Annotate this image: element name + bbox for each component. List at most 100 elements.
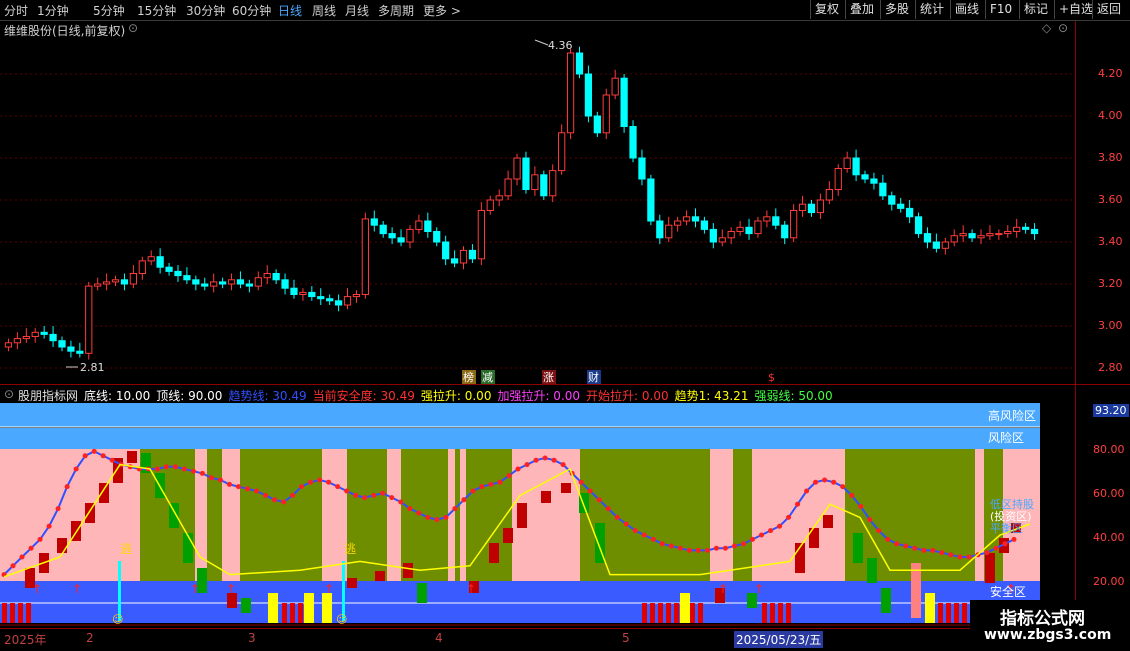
trend-dot bbox=[533, 457, 539, 463]
candle-body bbox=[308, 291, 316, 298]
indicator-chart[interactable]: ☺ ☺↑ ↑ ↑ ↑ ↑ ↑ ↑ ↑ ↑ 高风险区 风险区 安全区 低区持股 (投资区) 平衡区 … bbox=[0, 403, 1075, 627]
candle-body bbox=[540, 174, 548, 197]
price-grid bbox=[0, 73, 1075, 369]
event-tag-bang: 榜 bbox=[463, 370, 474, 384]
candle-body bbox=[611, 77, 619, 96]
candle-body bbox=[638, 157, 646, 180]
indicator-menu-icon[interactable]: ⊙ bbox=[4, 387, 14, 401]
candle-body bbox=[31, 331, 39, 337]
low-bar bbox=[762, 603, 767, 623]
stair-bar bbox=[503, 528, 513, 543]
trend-dot bbox=[109, 457, 115, 463]
add-watchlist-button[interactable]: +自选 bbox=[1054, 0, 1097, 19]
trend-dot bbox=[578, 479, 584, 485]
candle-body bbox=[406, 228, 414, 243]
yellow-bar bbox=[925, 593, 935, 623]
indicator-tick-top: 93.20 bbox=[1093, 404, 1129, 417]
trend-dot bbox=[515, 466, 521, 472]
candle-body bbox=[477, 210, 485, 260]
low-bar bbox=[658, 603, 663, 623]
trend-dot bbox=[632, 528, 638, 534]
trend-dot bbox=[100, 453, 106, 459]
candle-body bbox=[183, 275, 191, 281]
candle-body bbox=[691, 216, 700, 222]
up-arrow: ↑ bbox=[466, 582, 476, 596]
period-tab-daily[interactable]: 日线 bbox=[278, 2, 302, 19]
stair-bar bbox=[561, 483, 571, 493]
back-button[interactable]: 返回 bbox=[1092, 0, 1125, 19]
trend-dot bbox=[822, 477, 828, 483]
period-tab-60min[interactable]: 60分钟 bbox=[232, 2, 271, 19]
mark-button[interactable]: 标记 bbox=[1019, 0, 1052, 19]
trend-dot bbox=[831, 479, 837, 485]
panel-separator bbox=[0, 384, 1130, 385]
candle-body bbox=[129, 273, 137, 285]
trend-dot bbox=[984, 550, 990, 556]
trend-dot bbox=[443, 514, 449, 520]
trend-dot bbox=[993, 545, 999, 551]
trend-dot bbox=[217, 477, 223, 483]
trend-dot bbox=[786, 514, 792, 520]
price-tick: 2.80 bbox=[1098, 361, 1123, 374]
trend-dot bbox=[777, 523, 783, 529]
low-bar bbox=[690, 603, 695, 623]
candle-body bbox=[834, 168, 842, 190]
more-periods-button[interactable]: 更多 > bbox=[423, 2, 461, 19]
trend-dot bbox=[181, 466, 187, 472]
indicator-name[interactable]: 股朋指标网 bbox=[18, 387, 78, 404]
trend-dot bbox=[876, 528, 882, 534]
indicator-tick: 40.00 bbox=[1093, 531, 1125, 544]
f10-button[interactable]: F10 bbox=[985, 0, 1016, 19]
multi-stock-button[interactable]: 多股 bbox=[880, 0, 913, 19]
period-tab-multi[interactable]: 多周期 bbox=[378, 2, 414, 19]
candle-body bbox=[647, 178, 655, 222]
trend-dot bbox=[407, 506, 413, 512]
trend-dot bbox=[335, 484, 341, 490]
candle-body bbox=[442, 241, 450, 260]
candle-body bbox=[263, 273, 271, 279]
candlestick-chart[interactable]: 4.36 2.81 榜 减 涨 财 $ bbox=[0, 21, 1075, 384]
fuquan-button[interactable]: 复权 bbox=[810, 0, 843, 19]
price-axis: 4.20 4.00 3.80 3.60 3.40 3.20 3.00 2.80 … bbox=[1075, 21, 1130, 628]
stats-button[interactable]: 统计 bbox=[915, 0, 948, 19]
trend-dot bbox=[389, 495, 395, 501]
trend-dot bbox=[1011, 536, 1017, 542]
draw-line-button[interactable]: 画线 bbox=[950, 0, 983, 19]
stair-bar bbox=[375, 571, 385, 581]
period-tab-30min[interactable]: 30分钟 bbox=[186, 2, 225, 19]
candle-body bbox=[798, 203, 807, 211]
price-tick: 4.20 bbox=[1098, 67, 1123, 80]
trend-dot bbox=[235, 484, 241, 490]
trend-dot bbox=[308, 479, 314, 485]
candle-body bbox=[807, 203, 816, 214]
period-tab-weekly[interactable]: 周线 bbox=[312, 2, 336, 19]
candle-body bbox=[174, 270, 182, 277]
candle-body bbox=[781, 224, 789, 239]
period-tab-fenshi[interactable]: 分时 bbox=[4, 2, 28, 19]
candle-body bbox=[433, 231, 441, 243]
low-bar bbox=[962, 603, 967, 623]
cost-zone-label: 平衡区 bbox=[990, 522, 1023, 535]
event-tags: 榜 减 涨 财 $ bbox=[462, 370, 775, 384]
candle-body bbox=[326, 298, 334, 302]
indicator-tick: 60.00 bbox=[1093, 487, 1125, 500]
overlay-button[interactable]: 叠加 bbox=[845, 0, 878, 19]
event-tag-cai: 财 bbox=[588, 370, 599, 384]
candle-body bbox=[745, 226, 753, 235]
period-tab-5min[interactable]: 5分钟 bbox=[93, 2, 125, 19]
trend-dot bbox=[596, 497, 602, 503]
period-tab-1min[interactable]: 1分钟 bbox=[37, 2, 69, 19]
period-tab-15min[interactable]: 15分钟 bbox=[137, 2, 176, 19]
candle-body bbox=[549, 170, 557, 197]
candle-body bbox=[94, 283, 102, 287]
date-label: 5 bbox=[622, 631, 630, 645]
escape-signal-bar bbox=[118, 561, 121, 621]
candle-body bbox=[718, 237, 726, 243]
trend-dot bbox=[641, 532, 647, 538]
period-tab-monthly[interactable]: 月线 bbox=[345, 2, 369, 19]
candle-body bbox=[861, 174, 869, 180]
candle-body bbox=[120, 279, 129, 285]
trend-dot bbox=[768, 528, 774, 534]
candle-body bbox=[772, 216, 780, 226]
candle-body bbox=[986, 233, 994, 237]
